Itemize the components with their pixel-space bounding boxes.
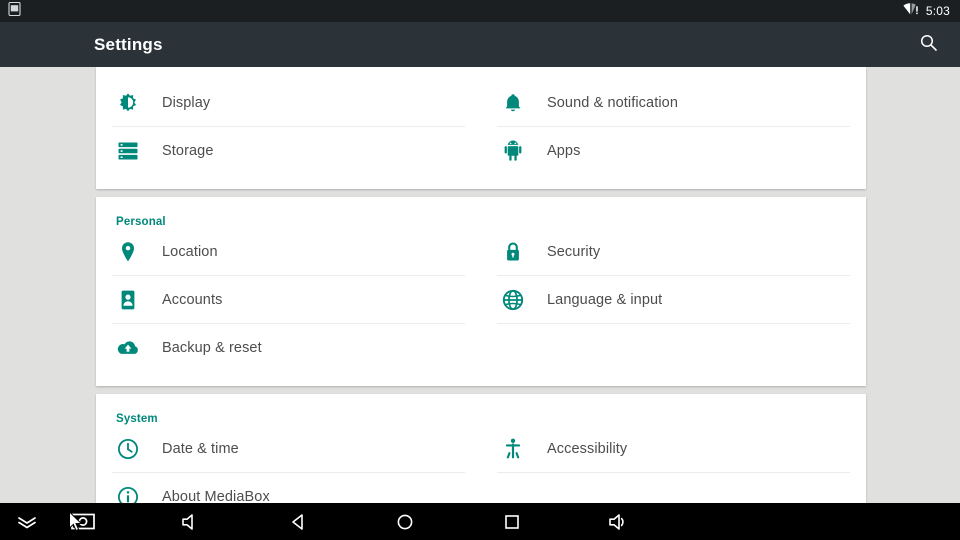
settings-item-label: Location	[162, 244, 218, 260]
android-robot-icon	[501, 139, 525, 163]
empty-icon	[501, 336, 525, 360]
settings-item-label: Apps	[547, 143, 581, 159]
settings-item-grid: Display Sound & notification Storage Apps	[96, 79, 866, 175]
home-icon[interactable]	[388, 505, 422, 539]
settings-item-label: Security	[547, 244, 601, 260]
settings-item-placeholder	[481, 324, 866, 372]
settings-item[interactable]: About MediaBox	[96, 473, 481, 503]
info-icon	[116, 485, 140, 503]
search-icon[interactable]	[919, 33, 938, 57]
settings-item-grid: Location Security Accounts Language & input…	[96, 228, 866, 372]
account-icon	[116, 288, 140, 312]
screenshot-icon	[8, 1, 21, 21]
settings-item[interactable]: Storage	[96, 127, 481, 175]
settings-card: Display Sound & notification Storage Apps	[96, 67, 866, 189]
status-clock: 5:03	[925, 4, 950, 18]
settings-item[interactable]: Security	[481, 228, 866, 276]
status-bar-left	[8, 1, 903, 21]
settings-item-placeholder	[481, 473, 866, 503]
nav-bar-center	[100, 505, 710, 539]
storage-icon	[116, 139, 140, 163]
nav-bar-left	[0, 505, 100, 539]
brightness-icon	[116, 91, 140, 115]
settings-item[interactable]: Location	[96, 228, 481, 276]
globe-icon	[501, 288, 525, 312]
clock-icon	[116, 437, 140, 461]
volume-down-icon[interactable]	[174, 505, 208, 539]
settings-item-label: Storage	[162, 143, 214, 159]
settings-item-label: Accounts	[162, 292, 223, 308]
settings-item-label: Backup & reset	[162, 340, 262, 356]
bell-icon	[501, 91, 525, 115]
page-title: Settings	[94, 34, 163, 54]
settings-card: System Date & time Accessibility About Medi…	[96, 394, 866, 503]
location-pin-icon	[116, 240, 140, 264]
card-top-spacer	[96, 67, 866, 79]
settings-item[interactable]: Sound & notification	[481, 79, 866, 127]
wifi-no-internet-icon	[903, 2, 919, 20]
recents-icon[interactable]	[495, 505, 529, 539]
navigation-bar	[0, 503, 960, 540]
settings-item-label: Date & time	[162, 441, 239, 457]
settings-item-grid: Date & time Accessibility About MediaBox	[96, 425, 866, 503]
settings-item-label: About MediaBox	[162, 489, 270, 503]
status-bar-right: 5:03	[903, 2, 950, 20]
back-icon[interactable]	[281, 505, 315, 539]
status-bar: 5:03	[0, 0, 960, 22]
card-section-header: System	[116, 413, 158, 425]
settings-item[interactable]: Backup & reset	[96, 324, 481, 372]
settings-card: Personal Location Security Accounts Language…	[96, 197, 866, 386]
lock-icon	[501, 240, 525, 264]
settings-item[interactable]: Accessibility	[481, 425, 866, 473]
collapse-icon[interactable]	[10, 505, 44, 539]
cloud-upload-icon	[116, 336, 140, 360]
settings-item[interactable]: Display	[96, 79, 481, 127]
settings-item[interactable]: Accounts	[96, 276, 481, 324]
card-bottom-spacer	[96, 175, 866, 189]
card-bottom-spacer	[96, 372, 866, 386]
settings-item-label: Language & input	[547, 292, 663, 308]
settings-item[interactable]: Apps	[481, 127, 866, 175]
empty-icon	[501, 485, 525, 503]
card-section-header: Personal	[116, 216, 166, 228]
volume-up-icon[interactable]	[602, 505, 636, 539]
settings-item[interactable]: Language & input	[481, 276, 866, 324]
settings-item-label: Display	[162, 95, 211, 111]
settings-scroll-area[interactable]: Display Sound & notification Storage Apps Pe…	[0, 67, 960, 503]
app-bar: Settings	[0, 22, 960, 67]
settings-item-label: Sound & notification	[547, 95, 678, 111]
screenshot-icon[interactable]	[66, 505, 100, 539]
settings-item-label: Accessibility	[547, 441, 628, 457]
settings-item[interactable]: Date & time	[96, 425, 481, 473]
accessibility-icon	[501, 437, 525, 461]
